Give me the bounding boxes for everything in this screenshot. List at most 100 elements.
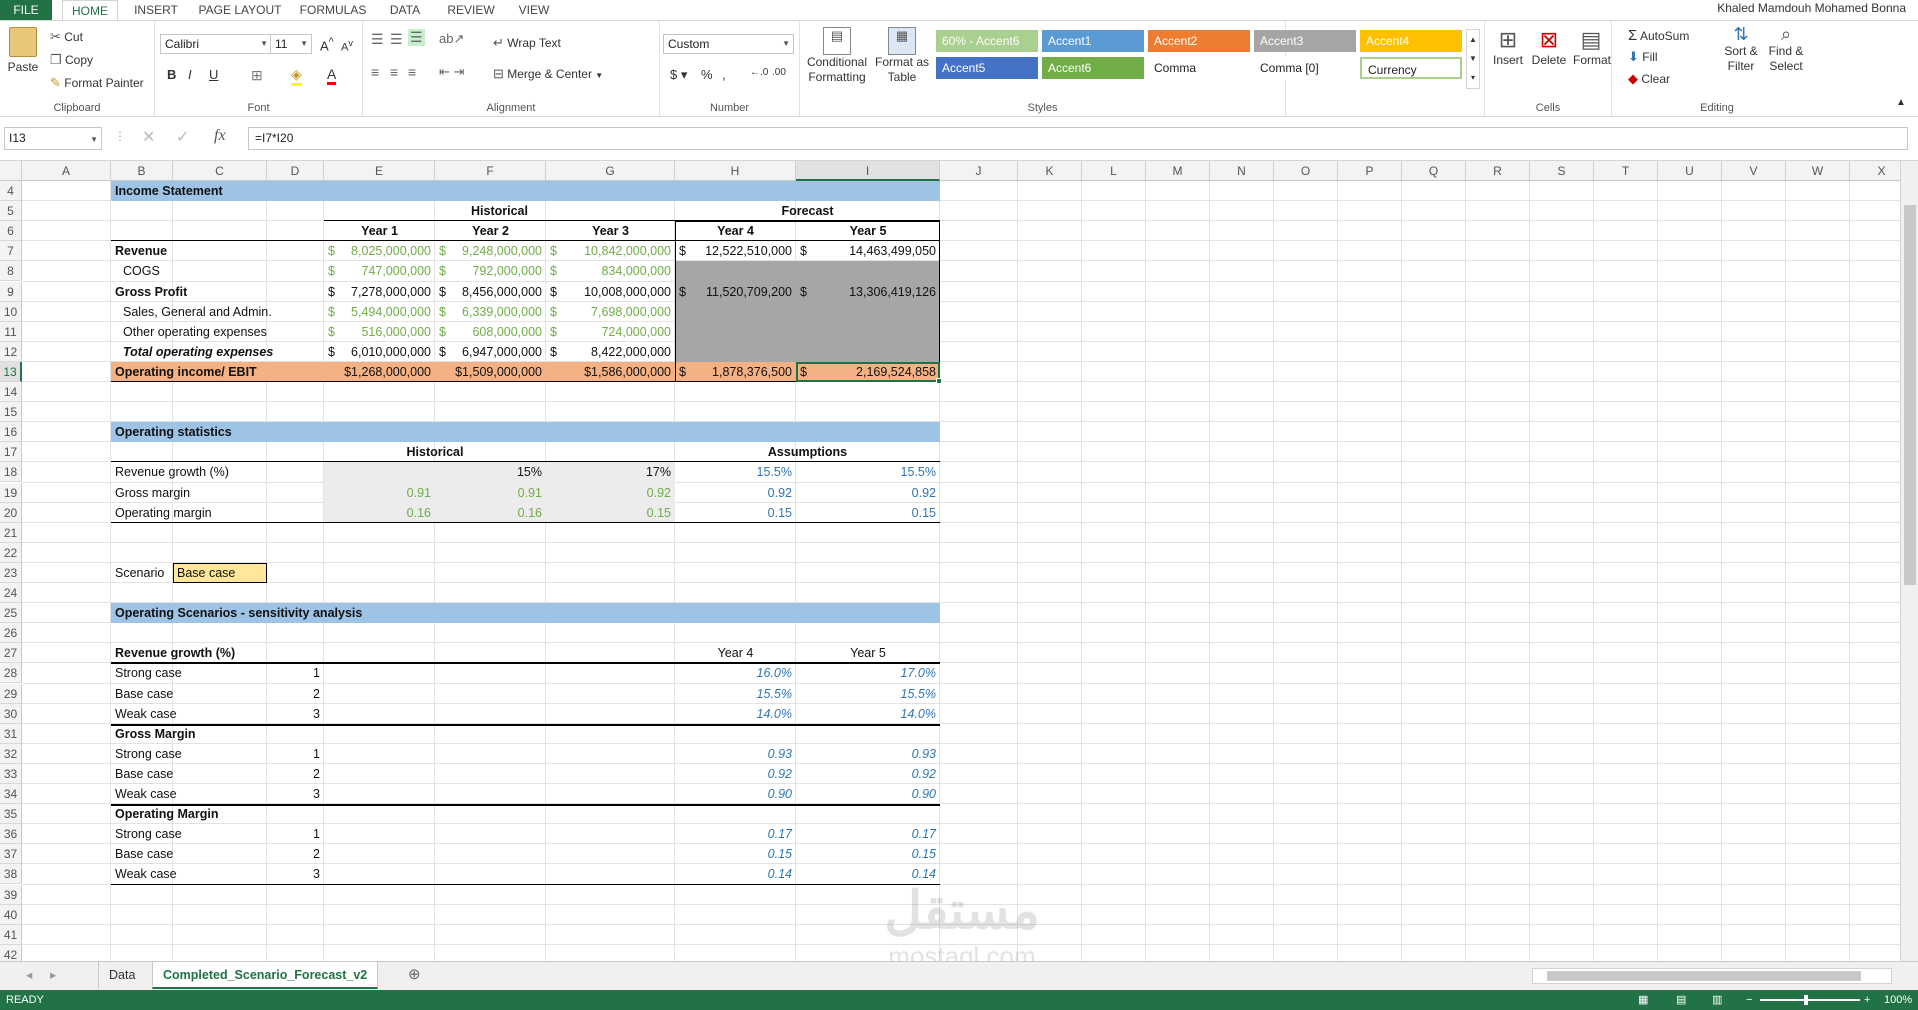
- align-right-icon[interactable]: ≡: [408, 64, 416, 80]
- zoom-level[interactable]: 100%: [1884, 990, 1912, 1010]
- stat-value[interactable]: 0.15: [546, 503, 675, 523]
- tab-formulas[interactable]: FORMULAS: [296, 0, 370, 20]
- add-sheet-icon[interactable]: ⊕: [398, 962, 431, 989]
- sheet-tab-data[interactable]: Data: [98, 962, 145, 989]
- historical-header[interactable]: Historical: [324, 442, 546, 462]
- stat-value[interactable]: 15%: [435, 462, 546, 482]
- row-header-41[interactable]: 41: [0, 924, 22, 945]
- case-year4[interactable]: 0.17: [675, 824, 796, 844]
- zoom-in-icon[interactable]: +: [1864, 990, 1870, 1010]
- conditional-formatting-button[interactable]: ▤ Conditional Formatting: [804, 27, 870, 85]
- fill-button[interactable]: ⬇ Fill: [1628, 49, 1658, 65]
- bold-button[interactable]: B: [167, 67, 176, 82]
- amount-cell[interactable]: 13,306,419,126: [796, 282, 940, 302]
- case-number[interactable]: 1: [267, 744, 324, 764]
- stat-value[interactable]: 0.15: [675, 503, 796, 523]
- case-year5[interactable]: 0.90: [796, 784, 940, 804]
- horizontal-scrollbar[interactable]: [1532, 968, 1892, 984]
- column-header-I[interactable]: I: [796, 161, 940, 181]
- stat-value[interactable]: 0.92: [675, 483, 796, 503]
- row-label[interactable]: Gross Profit: [111, 282, 324, 302]
- year4-header[interactable]: Year 4: [675, 643, 796, 663]
- case-label[interactable]: Strong case: [111, 824, 267, 844]
- case-year5[interactable]: 0.92: [796, 764, 940, 784]
- column-header-W[interactable]: W: [1786, 161, 1850, 181]
- case-label[interactable]: Strong case: [111, 663, 267, 683]
- select-all-corner[interactable]: [0, 161, 22, 181]
- row-label[interactable]: Revenue: [111, 241, 324, 261]
- ebit-amount[interactable]: $1,586,000,000: [546, 362, 675, 382]
- indent-icon[interactable]: ⇤ ⇥: [439, 64, 464, 80]
- case-year4[interactable]: 0.93: [675, 744, 796, 764]
- row-header-9[interactable]: 9: [0, 281, 22, 302]
- year-header-4[interactable]: Year 4: [675, 221, 796, 241]
- row-header-42[interactable]: 42: [0, 944, 22, 961]
- percent-button[interactable]: %: [701, 67, 713, 82]
- scenario-label[interactable]: Scenario: [111, 563, 173, 583]
- prev-sheet-icon[interactable]: ◂: [16, 962, 42, 989]
- amount-cell[interactable]: 14,463,499,050: [796, 241, 940, 261]
- case-label[interactable]: Base case: [111, 684, 267, 704]
- worksheet-grid[interactable]: ABCDEFGHIJKLMNOPQRSTUVWX 4 5 6 7 8 9 10 11 12 13 1…: [0, 161, 1900, 961]
- comma-style-button[interactable]: ,: [722, 67, 726, 82]
- cancel-icon[interactable]: ✕: [142, 127, 155, 147]
- case-number[interactable]: 2: [267, 844, 324, 864]
- fill-color-icon[interactable]: ◈: [291, 66, 302, 86]
- row-header-35[interactable]: 35: [0, 804, 22, 825]
- case-year4[interactable]: 0.14: [675, 864, 796, 884]
- underline-button[interactable]: U: [209, 67, 218, 82]
- amount-cell[interactable]: 9,248,000,000: [435, 241, 546, 261]
- case-year4[interactable]: 0.90: [675, 784, 796, 804]
- case-label[interactable]: Base case: [111, 764, 267, 784]
- vertical-scrollbar[interactable]: [1900, 161, 1918, 961]
- number-format-select[interactable]: Custom ▼: [663, 34, 794, 54]
- case-label[interactable]: Weak case: [111, 784, 267, 804]
- row-header-38[interactable]: 38: [0, 864, 22, 885]
- column-header-B[interactable]: B: [111, 161, 173, 181]
- scenarios-title[interactable]: Operating Scenarios - sensitivity analys…: [111, 603, 675, 623]
- case-year4[interactable]: 0.92: [675, 764, 796, 784]
- year-header-2[interactable]: Year 2: [435, 221, 546, 241]
- row-header-37[interactable]: 37: [0, 844, 22, 865]
- row-label[interactable]: Other operating expenses: [111, 322, 324, 342]
- insert-function-icon[interactable]: fx: [214, 127, 226, 145]
- case-number[interactable]: 3: [267, 704, 324, 724]
- case-year5[interactable]: 15.5%: [796, 684, 940, 704]
- stat-value[interactable]: 0.16: [435, 503, 546, 523]
- wrap-text-button[interactable]: ↵ Wrap Text: [493, 35, 561, 51]
- amount-cell[interactable]: 7,278,000,000: [324, 282, 435, 302]
- column-header-X[interactable]: X: [1850, 161, 1900, 181]
- tab-review[interactable]: REVIEW: [442, 0, 500, 20]
- name-box[interactable]: I13 ▼: [4, 127, 102, 150]
- stat-value[interactable]: 0.92: [796, 483, 940, 503]
- year5-header[interactable]: Year 5: [796, 643, 940, 663]
- amount-cell[interactable]: 608,000,000: [435, 322, 546, 342]
- column-header-C[interactable]: C: [173, 161, 267, 181]
- operating-statistics-title[interactable]: Operating statistics: [111, 422, 324, 442]
- amount-cell[interactable]: 792,000,000: [435, 261, 546, 281]
- amount-cell[interactable]: 747,000,000: [324, 261, 435, 281]
- style-comma[interactable]: Comma: [1148, 57, 1250, 79]
- column-header-M[interactable]: M: [1146, 161, 1210, 181]
- style-accent4[interactable]: Accent4: [1360, 30, 1462, 52]
- case-label[interactable]: Strong case: [111, 744, 267, 764]
- tab-data[interactable]: DATA: [380, 0, 430, 20]
- tab-page-layout[interactable]: PAGE LAYOUT: [196, 0, 284, 20]
- case-year5[interactable]: 0.14: [796, 864, 940, 884]
- styles-scroll[interactable]: ▲ ▼ ▾: [1466, 29, 1480, 89]
- column-header-N[interactable]: N: [1210, 161, 1274, 181]
- row-header-15[interactable]: 15: [0, 402, 22, 423]
- find-select-button[interactable]: ⌕ Find & Select: [1764, 25, 1808, 74]
- amount-cell[interactable]: 834,000,000: [546, 261, 675, 281]
- stat-value[interactable]: 0.92: [546, 483, 675, 503]
- row-header-10[interactable]: 10: [0, 301, 22, 322]
- orientation-icon[interactable]: ab↗: [439, 31, 464, 47]
- borders-icon[interactable]: ⊞: [251, 67, 263, 84]
- increase-decimal-button[interactable]: ←.0: [750, 67, 768, 78]
- row-header-36[interactable]: 36: [0, 824, 22, 845]
- zoom-out-icon[interactable]: −: [1746, 990, 1752, 1010]
- row-header-34[interactable]: 34: [0, 784, 22, 805]
- row-header-20[interactable]: 20: [0, 502, 22, 523]
- collapse-ribbon-icon[interactable]: ▲: [1896, 97, 1906, 108]
- stat-label[interactable]: Operating margin: [111, 503, 324, 523]
